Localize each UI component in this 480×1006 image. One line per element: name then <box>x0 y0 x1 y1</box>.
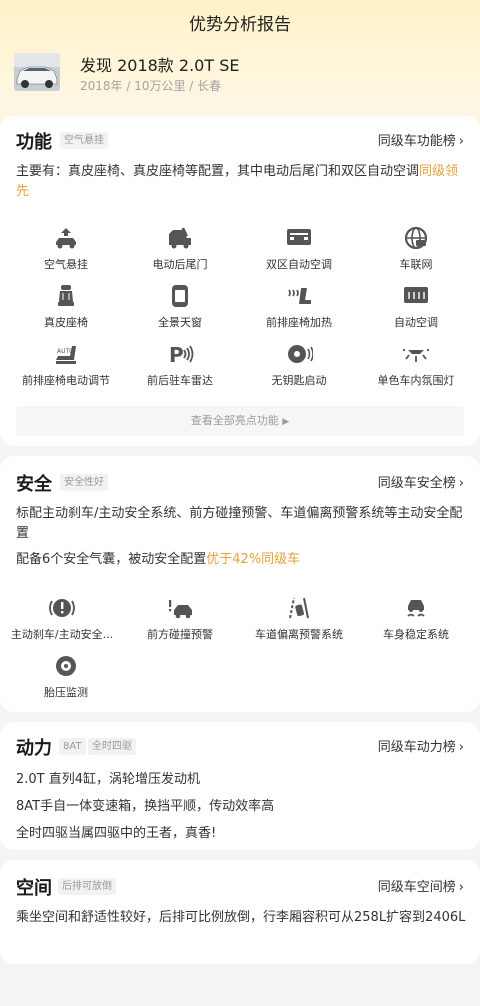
connected-car-icon <box>404 226 428 250</box>
feature-label: 电动后尾门 <box>152 258 208 271</box>
feature-keyless-start[interactable]: 无钥匙启动 <box>239 342 359 388</box>
power-line-engine: 2.0T 直列4缸，涡轮增压发动机 <box>16 772 201 787</box>
safety-rank-link[interactable]: 同级车安全榜 › <box>378 472 464 491</box>
feature-ambient-light[interactable]: 单色车内氛围灯 <box>356 342 476 388</box>
stability-control-icon <box>407 600 425 617</box>
function-title: 功能 <box>16 132 52 153</box>
page-title: 优势分析报告 <box>189 15 291 35</box>
function-desc-text: 主要有：真皮座椅、真皮座椅等配置，其中电动后尾门和双区自动空调 <box>16 164 420 179</box>
safety-tag: 安全性好 <box>60 474 108 491</box>
space-card: 空间 后排可放倒 同级车空间榜 › 乘坐空间和舒适性较好，后排可比例放倒，行李厢容… <box>0 860 480 964</box>
car-meta: 2018年 / 10万公里 / 长春 <box>80 79 222 93</box>
chevron-right-icon: › <box>458 740 464 755</box>
safety-stability-control[interactable]: 车身稳定系统 <box>356 596 476 642</box>
power-seat-adjust-icon: AUTO <box>56 346 76 364</box>
seat-heating-icon <box>288 288 311 304</box>
feature-power-seat-adjust[interactable]: AUTO 前排座椅电动调节 <box>6 342 126 388</box>
feature-label: 前排座椅加热 <box>266 316 332 329</box>
safety-desc-passive: 配备6个安全气囊，被动安全配置优于42%同级车 <box>16 550 468 570</box>
feature-label: 真皮座椅 <box>44 316 88 329</box>
dual-zone-ac-icon <box>287 229 311 245</box>
power-card: 动力 8AT 全时四驱 同级车动力榜 › 2.0T 直列4缸，涡轮增压发动机 8A… <box>0 722 480 850</box>
svg-text:P: P <box>169 343 184 366</box>
auto-ac-icon <box>404 287 428 303</box>
view-all-label: 查看全部亮点功能 <box>190 414 279 427</box>
space-rank-link[interactable]: 同级车空间榜 › <box>378 876 464 895</box>
car-thumbnail[interactable] <box>14 53 60 91</box>
feature-label: 前后驻车雷达 <box>147 374 213 387</box>
power-title: 动力 <box>16 738 52 759</box>
feature-parking-radar[interactable]: P 前后驻车雷达 <box>120 342 240 388</box>
safety-tire-pressure[interactable]: 胎压监测 <box>6 654 126 700</box>
safety-active-brake[interactable]: 主动刹车/主动安全... <box>2 596 122 642</box>
function-desc: 主要有：真皮座椅、真皮座椅等配置，其中电动后尾门和双区自动空调同级领先 <box>16 162 468 202</box>
power-tag-transmission: 8AT <box>59 738 86 755</box>
feature-power-tailgate[interactable]: 电动后尾门 <box>120 226 240 272</box>
active-brake-icon <box>49 599 75 617</box>
safety-label: 前方碰撞预警 <box>147 628 213 641</box>
power-tag-drivetrain: 全时四驱 <box>88 738 136 755</box>
chevron-right-icon: › <box>458 880 464 895</box>
safety-label: 车身稳定系统 <box>383 628 449 641</box>
safety-lane-departure[interactable]: 车道偏离预警系统 <box>239 596 359 642</box>
function-rank-link[interactable]: 同级车功能榜 › <box>378 130 464 149</box>
chevron-right-icon: › <box>458 476 464 491</box>
safety-label: 胎压监测 <box>44 686 88 699</box>
safety-rank-link-label: 同级车安全榜 <box>377 476 456 491</box>
panoramic-sunroof-icon <box>172 285 188 307</box>
feature-seat-heating[interactable]: 前排座椅加热 <box>239 284 359 330</box>
feature-label: 全景天窗 <box>158 316 202 329</box>
feature-auto-ac[interactable]: 自动空调 <box>356 284 476 330</box>
safety-collision-warning[interactable]: 前方碰撞预警 <box>120 596 240 642</box>
collision-warning-icon <box>169 600 192 619</box>
space-title: 空间 <box>16 878 52 899</box>
feature-panoramic-sunroof[interactable]: 全景天窗 <box>120 284 240 330</box>
safety-title: 安全 <box>16 474 52 495</box>
feature-label: 单色车内氛围灯 <box>377 374 455 387</box>
feature-air-suspension[interactable]: 空气悬挂 <box>6 226 126 272</box>
leather-seat-icon <box>58 285 74 306</box>
svg-text:AUTO: AUTO <box>57 348 74 355</box>
safety-label: 主动刹车/主动安全... <box>10 628 114 641</box>
feature-label: 自动空调 <box>394 316 438 329</box>
ambient-light-icon <box>403 349 429 362</box>
function-tag: 空气悬挂 <box>60 132 108 149</box>
space-desc: 乘坐空间和舒适性较好，后排可比例放倒，行李厢容积可从258L扩容到2406L <box>16 910 466 925</box>
parking-radar-icon: P <box>169 343 194 366</box>
feature-label: 无钥匙启动 <box>271 374 327 387</box>
function-card: 功能 空气悬挂 同级车功能榜 › 主要有：真皮座椅、真皮座椅等配置，其中电动后尾门… <box>0 116 480 446</box>
feature-label: 双区自动空调 <box>266 258 332 271</box>
feature-label: 前排座椅电动调节 <box>22 374 110 387</box>
feature-label: 车联网 <box>399 258 433 271</box>
power-rank-link[interactable]: 同级车动力榜 › <box>378 736 464 755</box>
safety-desc-highlight: 优于42%同级车 <box>206 552 301 567</box>
air-suspension-icon <box>56 228 76 249</box>
safety-label: 车道偏离预警系统 <box>255 628 343 641</box>
power-tailgate-icon <box>169 227 191 249</box>
feature-leather-seat[interactable]: 真皮座椅 <box>6 284 126 330</box>
function-rank-link-label: 同级车功能榜 <box>377 134 456 149</box>
lane-departure-icon <box>289 597 309 619</box>
safety-desc-passive-text: 配备6个安全气囊，被动安全配置 <box>16 552 207 567</box>
feature-dual-zone-ac[interactable]: 双区自动空调 <box>239 226 359 272</box>
safety-card: 安全 安全性好 同级车安全榜 › 标配主动刹车/主动安全系统、前方碰撞预警、车道偏… <box>0 456 480 712</box>
space-tag: 后排可放倒 <box>58 878 116 895</box>
caret-right-icon: ▶ <box>282 417 290 427</box>
view-all-features-button[interactable]: 查看全部亮点功能 ▶ <box>16 406 464 436</box>
power-line-awd: 全时四驱当属四驱中的王者，真香! <box>16 826 217 841</box>
car-name: 发现 2018款 2.0T SE <box>80 56 240 75</box>
feature-label: 空气悬挂 <box>44 258 88 271</box>
power-rank-link-label: 同级车动力榜 <box>377 740 456 755</box>
power-line-gearbox: 8AT手自一体变速箱，换挡平顺，传动效率高 <box>16 799 275 814</box>
space-rank-link-label: 同级车空间榜 <box>377 880 456 895</box>
feature-connected-car[interactable]: 车联网 <box>356 226 476 272</box>
chevron-right-icon: › <box>458 134 464 149</box>
safety-desc-active: 标配主动刹车/主动安全系统、前方碰撞预警、车道偏离预警系统等主动安全配置 <box>16 506 463 541</box>
tire-pressure-icon <box>56 656 76 676</box>
keyless-start-icon <box>288 345 313 363</box>
